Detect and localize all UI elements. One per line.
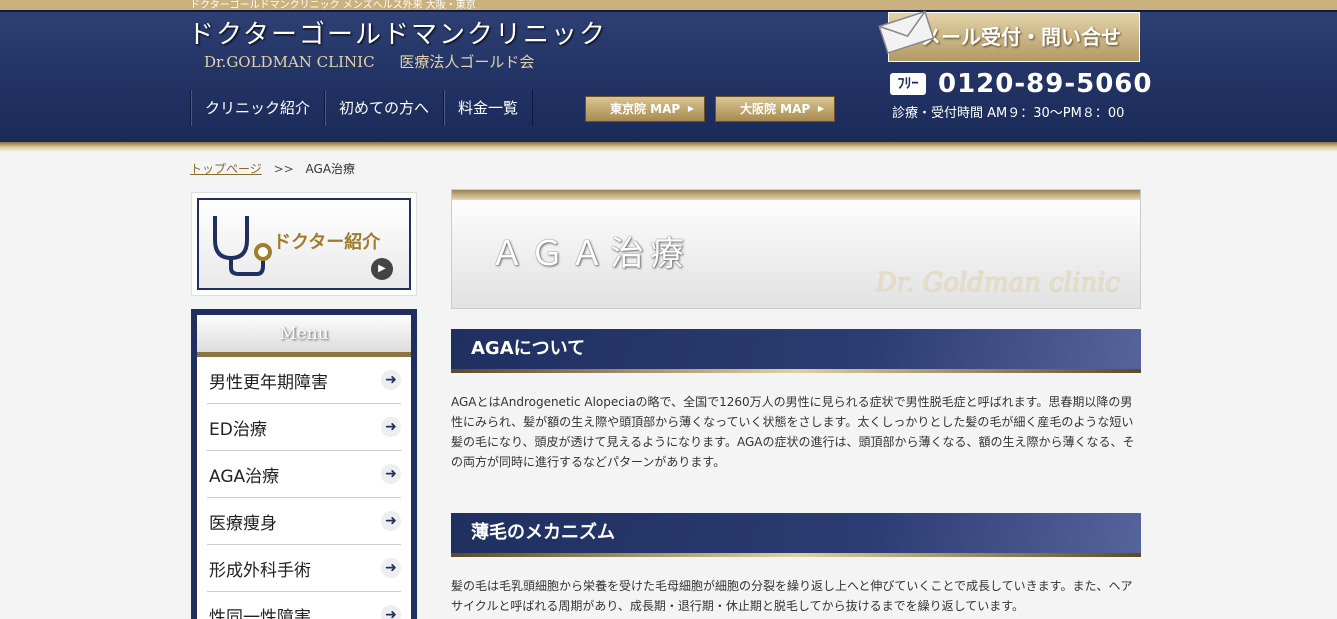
menu-item-label: ED治療 (209, 419, 267, 440)
menu-item-label: AGA治療 (209, 466, 280, 487)
site-title[interactable]: ドクターゴールドマンクリニック (188, 14, 607, 51)
menu-item-label: 性同一性障害 (209, 607, 311, 619)
phone-number[interactable]: 0120-89-5060 (938, 69, 1153, 99)
osaka-map-label: 大阪院 MAP (740, 102, 811, 116)
section-text-about-aga: AGAとはAndrogenetic Alopeciaの略で、全国で1260万人の… (451, 395, 1135, 469)
top-tagline-strip: ドクターゴールドマンクリニック メンズヘルス外来 大阪・東京 (0, 0, 1337, 11)
menu-list: 男性更年期障害 ➜ ED治療 ➜ AGA治療 ➜ 医療痩身 ➜ 形成外科手術 ➜… (197, 357, 411, 619)
section-text-mechanism: 髪の毛は毛乳頭細胞から栄養を受けた毛母細胞が細胞の分裂を繰り返し上へと伸びていく… (451, 579, 1133, 613)
menu-item-gender-identity[interactable]: 性同一性障害 ➜ (207, 592, 401, 619)
breadcrumb-separator: >> (273, 162, 294, 176)
breadcrumb-home-link[interactable]: トップページ (190, 162, 262, 176)
header-gold-border (0, 142, 1337, 152)
stethoscope-icon (213, 216, 272, 276)
arrow-right-icon: ➜ (381, 558, 401, 578)
arrow-right-icon: ➜ (381, 417, 401, 437)
menu-item-label: 男性更年期障害 (209, 372, 328, 393)
nav-price-list[interactable]: 料金一覧 (443, 90, 534, 126)
menu-item-medical-diet[interactable]: 医療痩身 ➜ (207, 498, 401, 545)
doctor-intro-label: ドクター紹介 (273, 232, 381, 253)
section-heading-about-aga: AGAについて (451, 329, 1141, 373)
page-title: ＡＧＡ治療 (490, 234, 690, 274)
menu-item-label: 医療痩身 (209, 513, 277, 534)
nav-first-visit[interactable]: 初めての方へ (324, 90, 443, 126)
section-heading-mechanism: 薄毛のメカニズム (451, 513, 1141, 557)
arrow-right-icon: ➜ (381, 511, 401, 531)
osaka-map-button[interactable]: 大阪院 MAP ▶ (715, 96, 835, 122)
menu-item-male-menopause[interactable]: 男性更年期障害 ➜ (207, 357, 401, 404)
sidebar-menu: Menu 男性更年期障害 ➜ ED治療 ➜ AGA治療 ➜ 医療痩身 ➜ 形成外… (191, 309, 417, 619)
arrow-right-icon: ➜ (381, 464, 401, 484)
menu-item-aga[interactable]: AGA治療 ➜ (207, 451, 401, 498)
doctor-banner-inner: ドクター紹介 ▶ (197, 198, 411, 290)
play-arrow-icon: ▶ (687, 104, 694, 113)
play-arrow-icon: ▶ (817, 104, 824, 113)
tokyo-map-label: 東京院 MAP (610, 102, 681, 116)
page-title-banner: ＡＧＡ治療 Dr. Goldman clinic (451, 189, 1141, 309)
tokyo-map-button[interactable]: 東京院 MAP ▶ (585, 96, 705, 122)
nav-clinic-intro[interactable]: クリニック紹介 (190, 90, 324, 126)
main-nav: クリニック紹介 初めての方へ 料金一覧 (190, 90, 534, 126)
menu-item-ed[interactable]: ED治療 ➜ (207, 404, 401, 451)
envelope-icon (878, 10, 935, 54)
breadcrumb-current: AGA治療 (305, 162, 356, 176)
site-subtitle: Dr.GOLDMAN CLINIC 医療法人ゴールド会 (204, 51, 534, 72)
freedial-icon: ﾌﾘｰ (890, 73, 926, 95)
brand-script-logo: Dr. Goldman clinic (875, 268, 1120, 298)
subtitle-jp: 医療法人ゴールド会 (399, 53, 535, 71)
subtitle-en: Dr.GOLDMAN CLINIC (204, 53, 375, 71)
play-icon: ▶ (371, 258, 393, 280)
arrow-right-icon: ➜ (381, 370, 401, 390)
business-hours: 診療・受付時間 AM９：30〜PM８：00 (892, 106, 1125, 121)
phone-block: ﾌﾘｰ 0120-89-5060 (890, 69, 1153, 99)
menu-item-label: 形成外科手術 (209, 560, 311, 581)
arrow-right-icon: ➜ (381, 605, 401, 619)
menu-title: Menu (197, 315, 411, 357)
breadcrumb: トップページ >> AGA治療 (190, 160, 355, 177)
doctor-intro-banner[interactable]: ドクター紹介 ▶ (191, 192, 417, 296)
menu-item-plastic-surgery[interactable]: 形成外科手術 ➜ (207, 545, 401, 592)
